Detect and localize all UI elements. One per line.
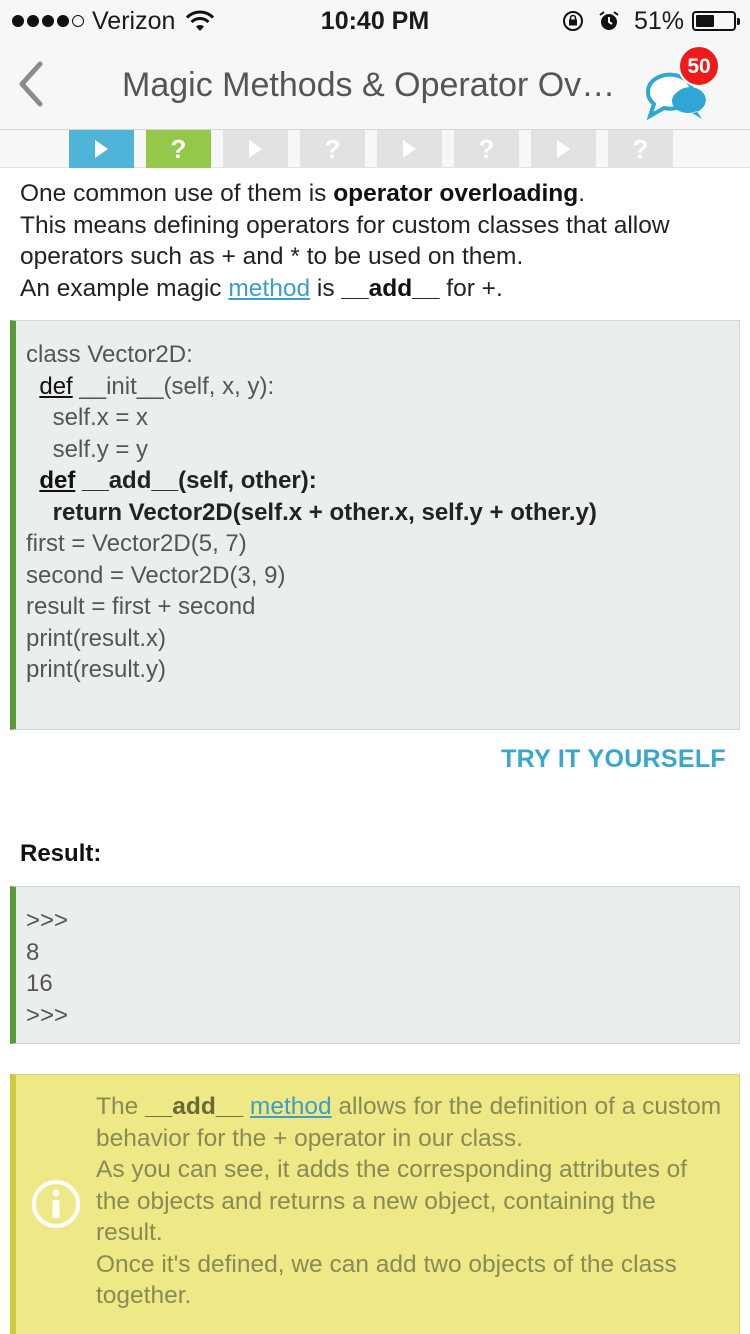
output-line: >>>: [26, 907, 69, 934]
output-line: >>>: [26, 1001, 69, 1029]
try-it-yourself-button[interactable]: TRY IT YOURSELF: [501, 745, 726, 774]
info-icon: [32, 1180, 80, 1228]
status-right: 51%: [562, 6, 740, 36]
progress-step-lesson[interactable]: [69, 130, 134, 168]
code-line: self.y = y: [26, 435, 149, 463]
code-line: second = Vector2D(3, 9): [26, 561, 286, 589]
play-icon: [403, 140, 416, 158]
progress-step-quiz[interactable]: ?: [608, 130, 673, 168]
battery-level: [696, 15, 714, 27]
result-output: >>> 8 16 >>>: [10, 886, 740, 1044]
play-icon: [95, 140, 108, 158]
battery-percent: 51%: [633, 6, 684, 35]
progress-step-lesson[interactable]: [377, 130, 442, 168]
progress-step-quiz[interactable]: ?: [146, 130, 211, 168]
question-mark-icon: ?: [478, 133, 495, 164]
output-line: 16: [26, 970, 53, 997]
bold-term: __add__: [145, 1093, 244, 1120]
result-heading: Result:: [20, 840, 102, 867]
code-line: class Vector2D:: [26, 341, 193, 368]
bold-term: __add__: [341, 274, 440, 302]
battery-icon: [692, 11, 740, 31]
note-text: The __add__ method allows for the defini…: [96, 1093, 722, 1309]
progress-step-lesson[interactable]: [531, 130, 596, 168]
chevron-left-icon[interactable]: [12, 58, 52, 110]
code-line: print(result.y): [26, 656, 167, 683]
code-line: def __init__(self, x, y):: [39, 372, 275, 400]
question-mark-icon: ?: [170, 133, 187, 164]
progress-step-lesson[interactable]: [223, 130, 288, 168]
code-line: self.x = x: [26, 404, 149, 431]
comments-count-badge: 50: [678, 45, 720, 87]
status-bar: Verizon 10:40 PM 51%: [0, 0, 750, 40]
lesson-intro-text: One common use of them is operator overl…: [20, 180, 670, 302]
progress-step-quiz[interactable]: ?: [454, 130, 519, 168]
code-sample: class Vector2D: def __init__(self, x, y)…: [10, 320, 740, 730]
question-mark-icon: ?: [324, 133, 341, 164]
alarm-icon: [599, 11, 619, 30]
nav-bar: Magic Methods & Operator Ove... 50: [0, 40, 750, 130]
method-glossary-link[interactable]: method: [250, 1093, 332, 1120]
code-line: result = first + second: [26, 593, 256, 620]
bold-term: operator overloading: [333, 180, 579, 207]
play-icon: [249, 140, 262, 158]
code-line: return Vector2D(self.x + other.x, self.y…: [26, 498, 597, 526]
play-icon: [557, 140, 570, 158]
code-line: print(result.x): [26, 624, 167, 652]
page-title: Magic Methods & Operator Ove...: [122, 66, 622, 104]
method-glossary-link[interactable]: method: [228, 275, 310, 302]
code-line: first = Vector2D(5, 7): [26, 530, 247, 557]
output-line: 8: [26, 938, 40, 966]
code-line: def __add__(self, other):: [39, 467, 317, 494]
lesson-progress-bar: ????: [0, 130, 750, 168]
info-note: The __add__ method allows for the defini…: [10, 1074, 740, 1334]
rotation-lock-icon: [562, 11, 583, 31]
question-mark-icon: ?: [632, 133, 649, 164]
progress-step-quiz[interactable]: ?: [300, 130, 365, 168]
